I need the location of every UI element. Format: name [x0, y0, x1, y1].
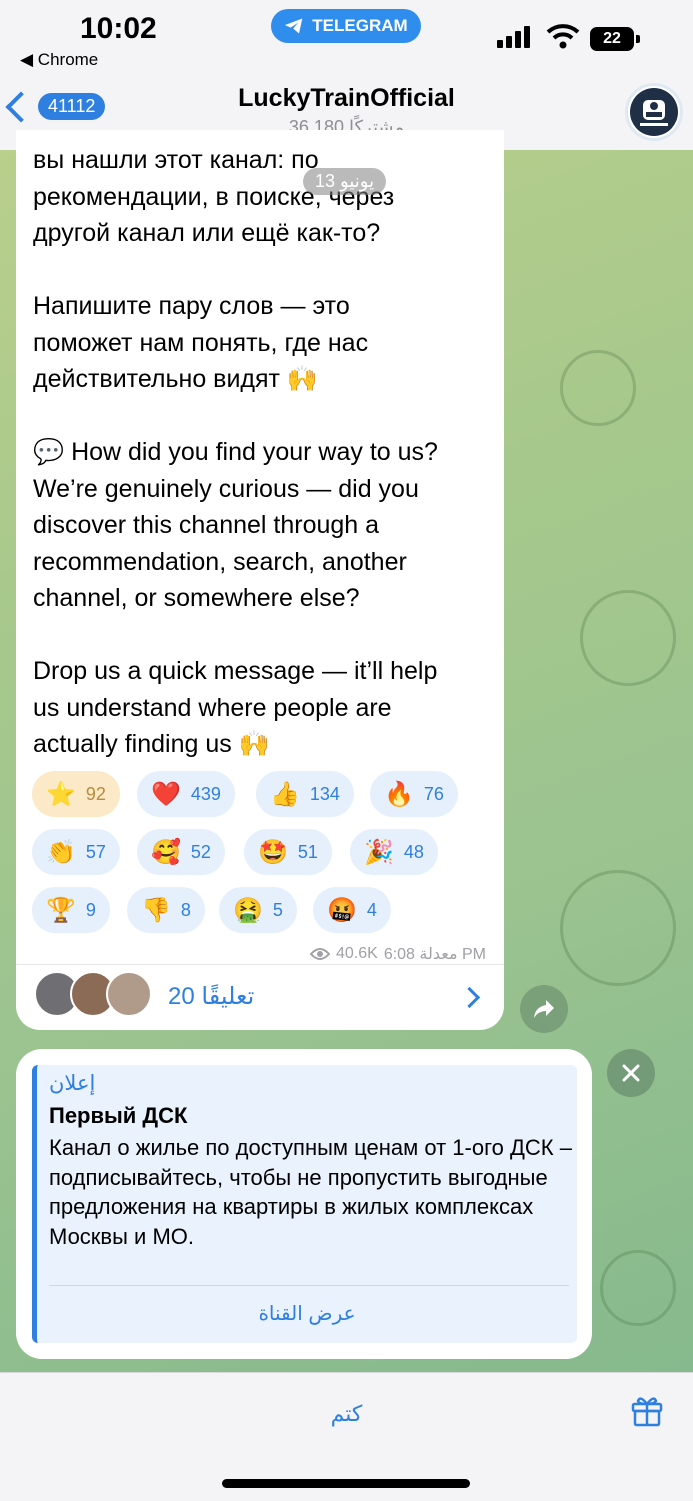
reaction-count: 5	[272, 899, 283, 920]
ad-card[interactable]: إعلان Первый ДСК Канал о жилье по доступ…	[32, 1065, 577, 1343]
telegram-pill-label: TELEGRAM	[312, 16, 408, 35]
channel-avatar[interactable]	[625, 83, 683, 141]
reaction-emoji: 👍	[270, 780, 300, 808]
view-channel-button[interactable]: عرض القناة	[37, 1301, 577, 1326]
view-count: 40.6K	[336, 945, 378, 962]
status-time: 10:02	[80, 12, 157, 45]
reaction-clap[interactable]: 👏 57	[32, 829, 120, 875]
reaction-smiling-hearts[interactable]: 🥰 52	[137, 829, 225, 875]
ad-body: Канал о жилье по доступным ценам от 1-ог…	[49, 1135, 572, 1249]
reaction-heart[interactable]: ❤️ 439	[137, 771, 235, 817]
gift-icon[interactable]	[630, 1393, 664, 1427]
train-icon	[630, 88, 678, 136]
reaction-count: 439	[190, 783, 221, 804]
share-button[interactable]	[520, 985, 568, 1033]
telegram-pill[interactable]: TELEGRAM	[271, 9, 421, 43]
cellular-signal-icon	[497, 26, 530, 48]
channel-title[interactable]: LuckyTrainOfficial	[0, 84, 693, 113]
reaction-emoji: ❤️	[151, 780, 181, 808]
reaction-count: 76	[423, 783, 444, 804]
reaction-emoji: 👏	[46, 838, 76, 866]
ad-bubble[interactable]: إعلان Первый ДСК Канал о жилье по доступ…	[16, 1049, 592, 1359]
date-pill: 13 يونيو	[303, 168, 387, 195]
comments-divider	[16, 964, 504, 965]
reaction-count: 9	[85, 899, 96, 920]
back-to-app[interactable]: ◀ Chrome	[20, 50, 98, 70]
message-meta: 40.6K معدلة 6:08 PM	[310, 944, 486, 964]
reaction-count: 48	[403, 841, 424, 862]
reaction-vomit[interactable]: 🤮 5	[219, 887, 297, 933]
reaction-party[interactable]: 🎉 48	[350, 829, 438, 875]
reaction-emoji: 🏆	[46, 896, 76, 924]
reaction-star[interactable]: ⭐ 92	[32, 771, 120, 817]
share-icon	[534, 1000, 554, 1018]
reaction-count: 52	[190, 841, 211, 862]
chevron-right-icon[interactable]	[458, 986, 481, 1009]
bottom-bar: كتم	[0, 1372, 693, 1501]
reaction-emoji: ⭐	[46, 780, 76, 808]
ad-separator	[49, 1285, 569, 1286]
reaction-cursing[interactable]: 🤬 4	[313, 887, 391, 933]
ad-title: Первый ДСК	[49, 1103, 188, 1128]
close-ad-button[interactable]	[607, 1049, 655, 1097]
message-time: معدلة 6:08 PM	[383, 946, 486, 963]
reaction-star-struck[interactable]: 🤩 51	[244, 829, 332, 875]
reaction-emoji: 🥰	[151, 838, 181, 866]
reaction-emoji: 👎	[141, 896, 171, 924]
reaction-count: 57	[85, 841, 106, 862]
message-text: вы нашли этот канал: по рекомендации, в …	[33, 146, 438, 758]
top-header: 10:02 ◀ Chrome TELEGRAM 22 41112 LuckyTr…	[0, 0, 693, 150]
reaction-count: 92	[85, 783, 106, 804]
reaction-thumbs-up[interactable]: 👍 134	[256, 771, 354, 817]
ad-tag: إعلان	[49, 1072, 96, 1095]
reaction-emoji: 🤬	[327, 896, 357, 924]
eye-icon	[310, 948, 330, 960]
reaction-emoji: 🎉	[364, 838, 394, 866]
reaction-emoji: 🔥	[384, 780, 414, 808]
battery-icon: 22	[590, 27, 634, 51]
close-icon	[622, 1064, 640, 1082]
reaction-emoji: 🤩	[258, 838, 288, 866]
battery-tip	[636, 35, 640, 43]
reaction-emoji: 🤮	[233, 896, 263, 924]
home-indicator	[222, 1479, 470, 1488]
reaction-count: 134	[309, 783, 340, 804]
reaction-fire[interactable]: 🔥 76	[370, 771, 458, 817]
message-bubble[interactable]: вы нашли этот канал: по рекомендации, в …	[16, 130, 504, 1030]
avatar	[106, 971, 152, 1017]
telegram-icon	[285, 18, 303, 34]
reaction-count: 4	[366, 899, 377, 920]
reaction-count: 51	[297, 841, 318, 862]
reaction-trophy[interactable]: 🏆 9	[32, 887, 110, 933]
wifi-icon	[546, 24, 580, 49]
reaction-count: 8	[180, 899, 191, 920]
mute-button[interactable]: كتم	[0, 1401, 693, 1427]
reaction-thumbs-down[interactable]: 👎 8	[127, 887, 205, 933]
comments-link[interactable]: 20 تعليقًا	[168, 982, 254, 1011]
